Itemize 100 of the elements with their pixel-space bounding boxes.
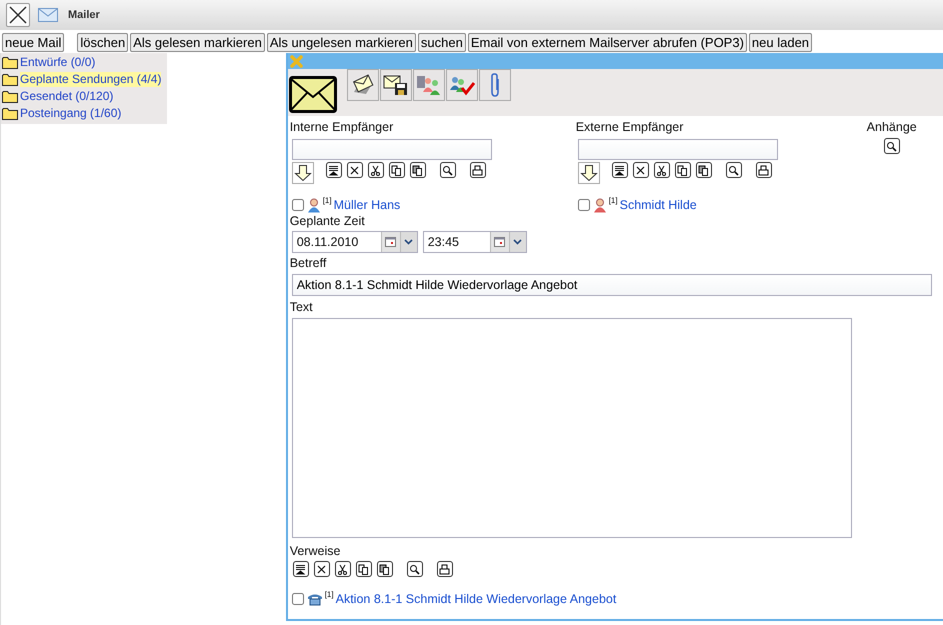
insert-button[interactable] [612, 162, 628, 178]
paste-icon [698, 164, 710, 176]
printer-icon [439, 564, 450, 574]
field-label: Geplante Zeit [290, 213, 365, 229]
envelope-disk-icon [382, 74, 409, 96]
envelope-icon [288, 76, 337, 113]
search-button[interactable] [884, 138, 900, 154]
close-button[interactable] [6, 3, 30, 27]
search-icon [886, 140, 898, 152]
envelope-icon [38, 7, 58, 23]
field-label: Betreff [290, 255, 326, 271]
copy-button[interactable] [388, 162, 405, 178]
insert-icon [328, 164, 340, 176]
index-note: [1] [322, 197, 332, 205]
time-field[interactable]: 23:45 [422, 231, 527, 253]
person-icon [306, 198, 321, 212]
folder-item[interactable]: Posteingang (1/60) [20, 106, 122, 121]
paste-button[interactable] [410, 162, 426, 178]
copy-button[interactable] [674, 162, 691, 178]
search-button[interactable] [440, 162, 456, 178]
toolbar-button[interactable]: neue Mail [2, 33, 64, 52]
field-label: Anhänge [866, 119, 917, 135]
copy-icon [391, 164, 402, 176]
calendar-icon [385, 237, 396, 247]
search-icon [728, 164, 740, 176]
copy-icon [358, 564, 370, 574]
person-icon [592, 198, 607, 212]
folder-item[interactable]: Entwürfe (0/0) [20, 55, 96, 70]
copy-icon [677, 164, 688, 176]
toolbar-button[interactable]: Als gelesen markieren [130, 33, 265, 52]
reference-link[interactable]: Aktion 8.1-1 Schmidt Hilde Wiedervorlage Angebot [336, 592, 616, 606]
recipient-link[interactable]: Müller Hans [334, 198, 400, 212]
calendar-icon [494, 237, 506, 247]
copy-button[interactable] [356, 561, 372, 577]
cut-button[interactable] [334, 561, 351, 577]
field-label: Externe Empfänger [576, 119, 684, 135]
add-button[interactable] [292, 162, 314, 184]
paste-icon [379, 564, 390, 574]
recipient-link[interactable]: Schmidt Hilde [620, 198, 697, 212]
chevron-down-icon [404, 239, 414, 245]
printer-icon [758, 164, 770, 176]
recipient-field[interactable] [292, 139, 492, 160]
search-button[interactable] [726, 162, 742, 178]
scissors-icon [370, 164, 382, 176]
folder-item[interactable]: Geplante Sendungen (4/4) [20, 72, 162, 87]
recipient-field[interactable] [578, 139, 778, 160]
toolbar-button[interactable]: suchen [418, 33, 466, 52]
field-label: Verweise [290, 543, 340, 559]
cut-button[interactable] [654, 162, 670, 178]
people-check-icon [448, 74, 475, 96]
search-icon [409, 564, 420, 574]
down-arrow-icon [294, 164, 312, 182]
toolbar-button[interactable]: Email von externem Mailserver abrufen (POP3) [468, 33, 747, 52]
attach-button[interactable] [478, 69, 511, 101]
folder-icon [2, 107, 18, 120]
chevron-down-icon [513, 239, 522, 245]
delete-icon [349, 164, 360, 176]
field-label: Interne Empfänger [290, 119, 394, 135]
print-button[interactable] [436, 561, 453, 577]
folder-icon [2, 56, 18, 69]
down-arrow-icon [580, 164, 598, 182]
paste-button[interactable] [696, 162, 712, 178]
print-button[interactable] [756, 162, 772, 178]
checkbox[interactable] [292, 593, 304, 605]
delete-icon [316, 564, 328, 574]
toolbar-button[interactable]: Als ungelesen markieren [266, 33, 416, 52]
check-recipients-button[interactable] [446, 69, 478, 101]
checkbox[interactable] [578, 199, 590, 211]
checkbox[interactable] [292, 199, 304, 211]
people-icon [416, 74, 442, 96]
index-note: [1] [324, 591, 334, 599]
delete-icon [635, 164, 646, 176]
insert-button[interactable] [326, 162, 342, 178]
date-field[interactable]: 08.11.2010 [292, 231, 418, 253]
folder-icon [2, 90, 18, 103]
paste-button[interactable] [376, 561, 393, 577]
index-note: [1] [608, 197, 618, 205]
cut-button[interactable] [368, 162, 384, 178]
printer-icon [472, 164, 484, 176]
insert-icon [295, 564, 306, 574]
insert-icon [614, 164, 626, 176]
field-label: Text [290, 299, 313, 315]
delete-button[interactable] [346, 162, 363, 178]
delete-button[interactable] [314, 561, 330, 577]
search-button[interactable] [406, 561, 423, 577]
window-title: Mailer [68, 9, 100, 21]
toolbar-button[interactable]: neu laden [748, 33, 812, 52]
insert-button[interactable] [292, 561, 309, 577]
delete-button[interactable] [632, 162, 649, 178]
print-button[interactable] [470, 162, 486, 178]
send-button[interactable] [346, 69, 379, 101]
folder-item[interactable]: Gesendet (0/120) [20, 89, 114, 104]
save-button[interactable] [380, 69, 412, 101]
telephone-icon [306, 592, 323, 606]
subject-field[interactable]: Aktion 8.1-1 Schmidt Hilde Wiedervorlage Angebot [292, 274, 932, 296]
folder-icon [2, 73, 18, 86]
toolbar-button[interactable]: löschen [77, 33, 128, 52]
scissors-icon [656, 164, 668, 176]
envelope-icon [350, 74, 375, 96]
add-button[interactable] [578, 162, 600, 184]
